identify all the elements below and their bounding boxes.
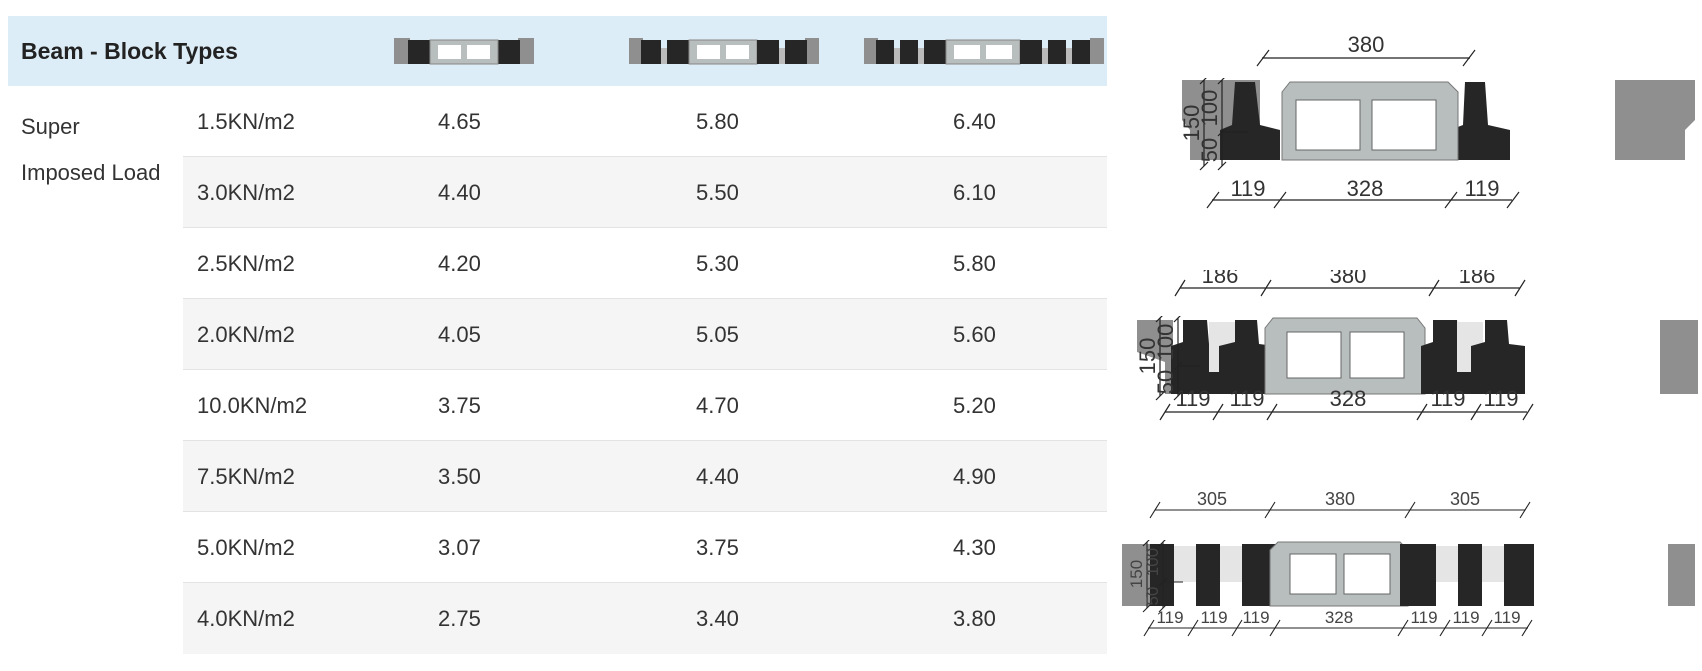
dim-height-lower: 50 [1143,587,1162,606]
single-beam-section-diagram: 380 119 328 119 [1182,32,1695,209]
dim-top: 380 [1348,32,1385,57]
dim-height-upper: 100 [1197,90,1222,127]
span-double-cell: 5.80 [696,109,739,134]
span-triple-cell: 5.80 [953,251,996,276]
dim-height-lower: 50 [1197,138,1222,162]
table-row: 4.0KN/m2 2.75 3.40 3.80 [8,583,1107,654]
table-row: 2.5KN/m2 4.20 5.30 5.80 [8,228,1107,299]
span-double-cell: 4.70 [696,393,739,418]
span-triple-cell: 5.60 [953,322,996,347]
dim-bottom-3: 119 [1242,608,1269,627]
table-row: 10.0KN/m2 3.75 4.70 5.20 [8,370,1107,441]
load-cell: 3.0KN/m2 [197,180,295,205]
span-single-cell: 3.07 [438,535,481,560]
triple-beam-section-diagram: 305 380 305 119 119 119 328 119 119 119 [1122,489,1695,637]
table-title: Beam - Block Types [21,38,238,64]
table-row: 3.0KN/m2 4.40 5.50 6.10 [8,157,1107,228]
span-single-cell: 4.40 [438,180,481,205]
dim-bottom-2: 119 [1200,608,1227,627]
dim-bottom-4: 328 [1325,608,1353,627]
load-cell: 4.0KN/m2 [197,606,295,631]
span-single-cell: 2.75 [438,606,481,631]
double-beam-block-icon [629,38,819,65]
dim-top-2: 380 [1330,270,1367,288]
load-cell: 10.0KN/m2 [197,393,308,418]
span-single-cell: 3.50 [438,464,481,489]
span-single-cell: 4.20 [438,251,481,276]
span-single-cell: 3.75 [438,393,481,418]
dim-top-3: 186 [1459,270,1496,288]
table-row: 7.5KN/m2 3.50 4.40 4.90 [8,441,1107,512]
span-triple-cell: 4.90 [953,464,996,489]
span-double-cell: 4.40 [696,464,739,489]
span-double-cell: 5.30 [696,251,739,276]
dim-bottom-4: 119 [1430,386,1465,411]
table-row: 2.0KN/m2 4.05 5.05 5.60 [8,299,1107,370]
table-header: Beam - Block Types [8,16,1107,86]
load-cell: 1.5KN/m2 [197,109,295,134]
dim-top-2: 380 [1325,489,1355,509]
load-cell: 2.0KN/m2 [197,322,295,347]
span-double-cell: 3.75 [696,535,739,560]
double-beam-height-dims: 150 100 50 [1138,316,1200,401]
triple-beam-block-icon [864,38,1104,65]
span-table: Beam - Block Types Super Imposed Load 1.… [8,16,1107,654]
dim-top-1: 186 [1202,270,1239,288]
dim-height-upper: 100 [1143,548,1162,576]
span-single-cell: 4.05 [438,322,481,347]
span-single-cell: 4.65 [438,109,481,134]
span-triple-cell: 6.40 [953,109,996,134]
double-beam-section-diagram: 186 380 186 119 119 328 119 119 [1137,270,1698,421]
single-beam-height-dims: 150 100 50 [1182,78,1248,171]
table-row: 5.0KN/m2 3.07 3.75 4.30 [8,512,1107,583]
span-double-cell: 5.05 [696,322,739,347]
dim-height-lower: 50 [1153,370,1178,394]
dim-bottom-5: 119 [1410,608,1437,627]
load-cell: 7.5KN/m2 [197,464,295,489]
dim-bottom-3: 328 [1330,386,1367,411]
span-triple-cell: 5.20 [953,393,996,418]
dim-bottom-3: 119 [1464,176,1499,201]
span-triple-cell: 6.10 [953,180,996,205]
dim-bottom-2: 119 [1229,386,1264,411]
table-row: 1.5KN/m2 4.65 5.80 6.40 [8,86,1107,157]
triple-beam-height-dims: 150 100 50 [1127,540,1183,613]
span-triple-cell: 3.80 [953,606,996,631]
dim-bottom-1: 119 [1230,176,1265,201]
dim-bottom-2: 328 [1347,176,1384,201]
dim-bottom-6: 119 [1452,608,1479,627]
dim-height-upper: 100 [1153,324,1178,361]
single-beam-block-icon [394,38,534,65]
span-double-cell: 3.40 [696,606,739,631]
dim-bottom-7: 119 [1493,608,1520,627]
span-double-cell: 5.50 [696,180,739,205]
load-cell: 2.5KN/m2 [197,251,295,276]
dim-bottom-5: 119 [1483,386,1518,411]
dim-top-1: 305 [1197,489,1227,509]
dim-top-3: 305 [1450,489,1480,509]
load-cell: 5.0KN/m2 [197,535,295,560]
span-triple-cell: 4.30 [953,535,996,560]
